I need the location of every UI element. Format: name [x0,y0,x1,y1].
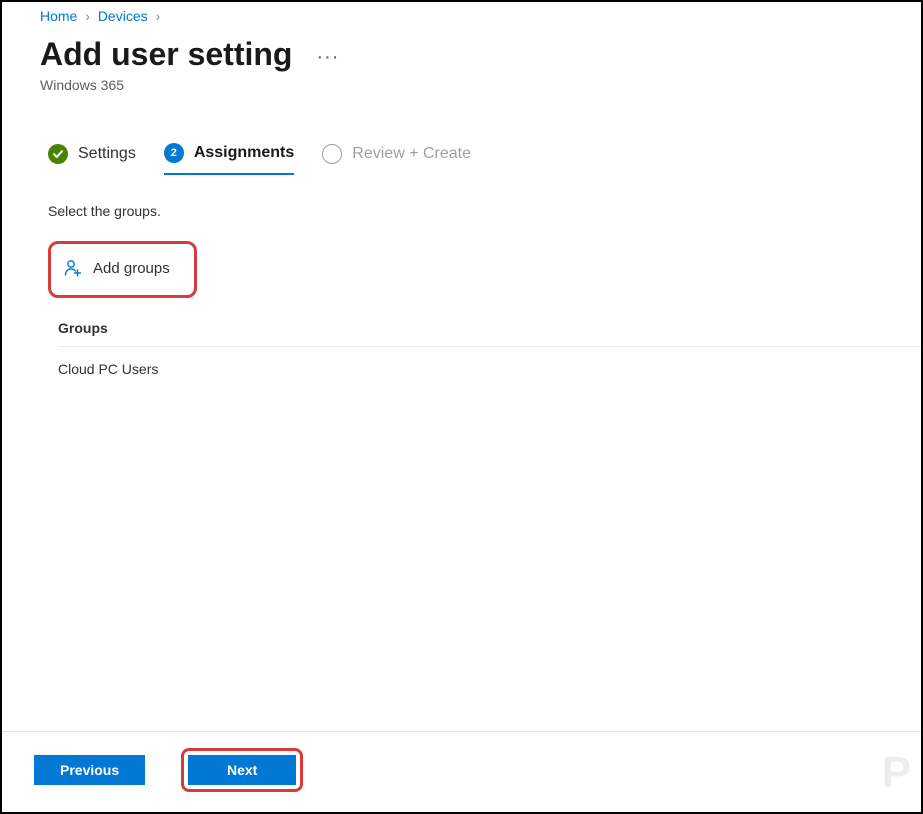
person-add-icon [63,258,83,278]
group-row[interactable]: Cloud PC Users [48,347,921,391]
content-area: Select the groups. Add groups Groups Clo… [2,175,921,391]
step-review-create[interactable]: 3 Review + Create [322,143,471,175]
next-button[interactable]: Next [188,755,296,785]
previous-button[interactable]: Previous [34,755,145,785]
chevron-right-icon: › [85,8,90,24]
page-frame: Home › Devices › Add user setting ··· Wi… [0,0,923,814]
groups-column-header: Groups [48,316,921,346]
step-number-icon: 2 [164,143,184,163]
page-title: Add user setting [40,36,292,73]
chevron-right-icon: › [156,8,161,24]
highlight-box: Add groups [48,241,197,298]
step-settings[interactable]: Settings [48,143,136,175]
groups-section: Groups Cloud PC Users [48,316,921,391]
add-groups-label: Add groups [93,260,170,277]
breadcrumb-devices[interactable]: Devices [98,8,148,24]
breadcrumb-home[interactable]: Home [40,8,77,24]
highlight-box: Next [181,748,303,792]
step-label: Assignments [194,144,294,162]
step-label: Settings [78,145,136,163]
page-subtitle: Windows 365 [40,77,921,93]
more-icon[interactable]: ··· [316,46,339,69]
check-icon [48,144,68,164]
instruction-text: Select the groups. [48,203,921,219]
page-header: Add user setting ··· Windows 365 [2,24,921,93]
wizard-steps: Settings 2 Assignments 3 Review + Create [2,93,921,175]
breadcrumb: Home › Devices › [2,2,921,24]
wizard-footer: Previous Next [2,731,921,812]
step-assignments[interactable]: 2 Assignments [164,143,294,175]
step-number-icon: 3 [322,144,342,164]
add-groups-button[interactable]: Add groups [63,258,170,278]
step-label: Review + Create [352,145,471,163]
